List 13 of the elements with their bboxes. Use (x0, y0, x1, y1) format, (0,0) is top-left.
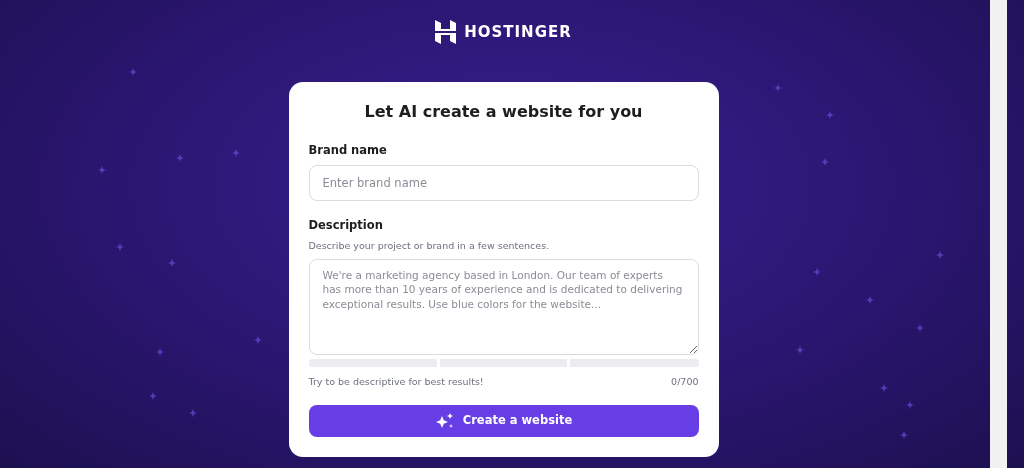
field-hint: Describe your project or brand in a few sentences. (308, 238, 551, 253)
character-counter: 0/700 (671, 374, 699, 389)
brand-name-field[interactable]: Enter brand name (308, 165, 699, 202)
field-label: Brand name (308, 142, 388, 159)
tip-text: Try to be descriptive for best results! (308, 374, 484, 389)
field-label: Description (308, 217, 384, 235)
sparkle-icon (434, 412, 455, 430)
form-title: Let AI create a website for you (363, 101, 644, 123)
create-website-button[interactable]: Create a website (308, 405, 699, 437)
logo-icon (435, 20, 457, 44)
scrollbar[interactable] (990, 0, 1007, 468)
description-field[interactable]: We're a marketing agency based in London. Our team of experts has more than 10 years of experience and is dedicated to delivering exceptional results. Use blue colors for the website... (308, 258, 699, 355)
logo-text: HOSTINGER (464, 21, 572, 43)
